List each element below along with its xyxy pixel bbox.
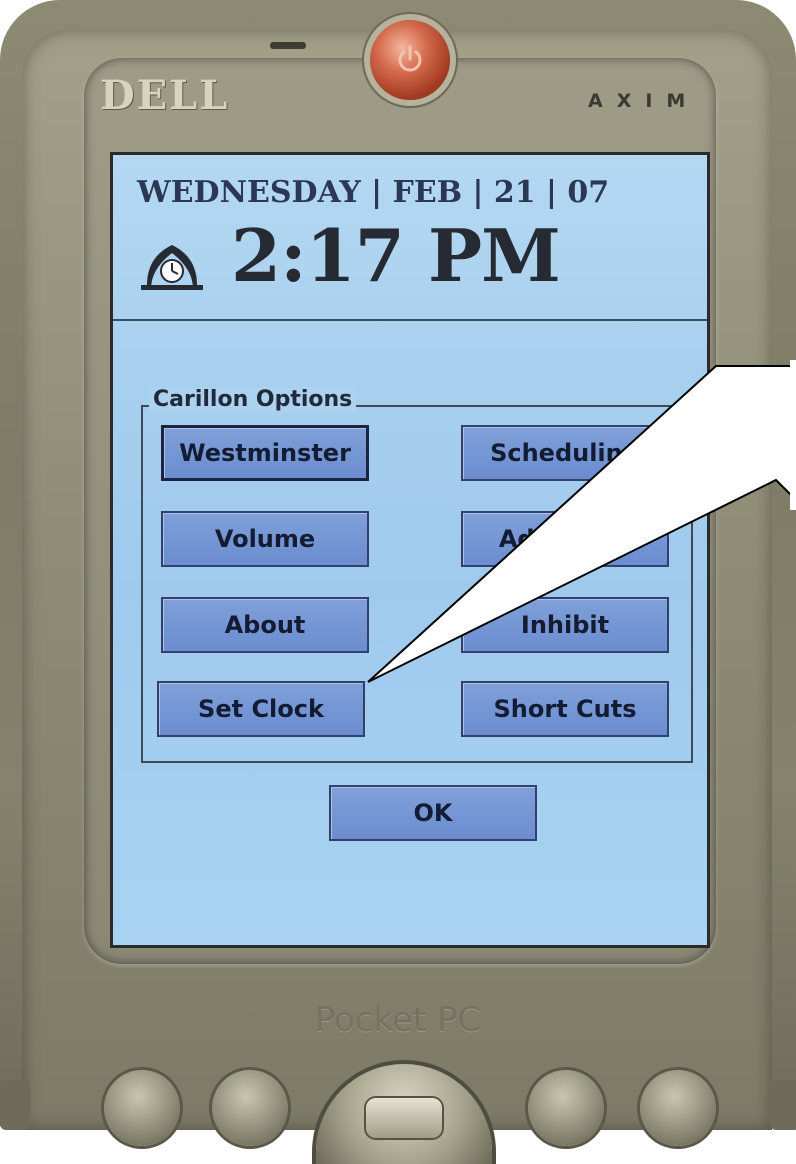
- about-button[interactable]: About: [161, 597, 369, 653]
- ok-button[interactable]: OK: [329, 785, 537, 841]
- header-divider: [113, 319, 707, 321]
- calendar-hw-button[interactable]: [104, 1070, 180, 1146]
- brand-logo: DELL: [100, 72, 230, 119]
- group-label: Carillon Options: [149, 387, 357, 412]
- platform-label: Pocket PC: [314, 1000, 482, 1040]
- set-clock-button[interactable]: Set Clock: [157, 681, 365, 737]
- date-display: WEDNESDAY | FEB | 21 | 07: [137, 175, 610, 210]
- right-edge-button[interactable]: [770, 1080, 796, 1130]
- volume-button[interactable]: Volume: [161, 511, 369, 567]
- inbox-hw-button[interactable]: [528, 1070, 604, 1146]
- time-row: 2:17 PM: [137, 213, 697, 299]
- speaker-slot: [270, 42, 306, 49]
- power-icon: [398, 45, 422, 72]
- westminster-button[interactable]: Westminster: [161, 425, 369, 481]
- short-cuts-button[interactable]: Short Cuts: [461, 681, 669, 737]
- time-display: 2:17 PM: [231, 213, 561, 298]
- contacts-hw-button[interactable]: [212, 1070, 288, 1146]
- left-edge-button[interactable]: [0, 1080, 30, 1130]
- model-name: AXIM: [588, 90, 700, 112]
- nav-select-button[interactable]: [366, 1098, 442, 1138]
- inhibit-button[interactable]: Inhibit: [461, 597, 669, 653]
- advanced-button[interactable]: Advanced: [461, 511, 669, 567]
- scheduling-button[interactable]: Scheduling: [461, 425, 669, 481]
- app-screen: WEDNESDAY | FEB | 21 | 07 2:17 PM Carill…: [110, 152, 710, 948]
- mantel-clock-icon: [141, 245, 203, 290]
- home-hw-button[interactable]: [640, 1070, 716, 1146]
